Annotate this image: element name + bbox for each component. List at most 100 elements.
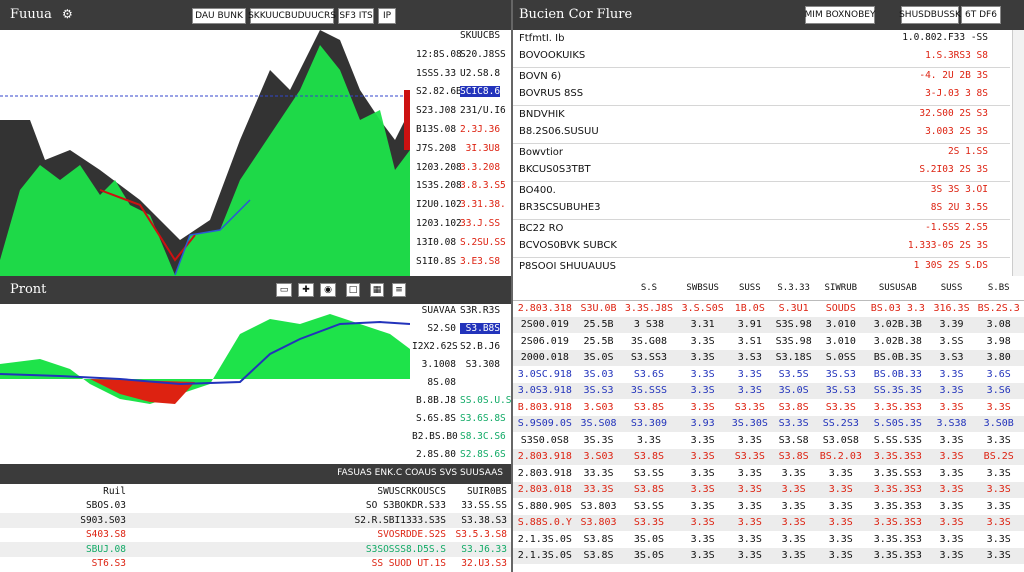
grid-header[interactable]: S.3.33 (771, 276, 816, 301)
price-left: 1203.208 (416, 161, 462, 173)
crosshair-icon[interactable]: ✚ (298, 283, 314, 297)
grid-row[interactable]: 2000.018 3S.0S S3.SS3 3.3S 3.S3 S3.18S S.0SS BS… (513, 349, 1024, 366)
grid-cell: 3S.S3 (825, 368, 856, 380)
orderbook-row[interactable]: BC22 RO BCVOS0BVK SUBCK -1.SSS 2.S5 1.333-0… (513, 220, 1010, 258)
grid-row[interactable]: B.803.918 3.S03 S3.8S 3.3S S3.3S S3.8S S3.3S 3.… (513, 399, 1024, 416)
grid-row[interactable]: 2.803.018 33.3S S3.8S 3.3S 3.3S 3.3S 3.3S 3.3S.… (513, 481, 1024, 498)
grid-cell: S3.3S (620, 514, 678, 531)
tab-3[interactable]: IP (378, 8, 396, 24)
list-icon[interactable]: ≡ (392, 283, 406, 297)
grid-cell: S3U.0B (580, 303, 617, 314)
grid-row[interactable]: 2.803.918 3.S03 S3.8S 3.3S S3.3S S3.8S BS.2.03… (513, 448, 1024, 465)
table-row[interactable]: ST6.S3 SS SUOD UT.1S 32.U3.S3 (0, 557, 511, 572)
grid-row[interactable]: 3.0SC.918 3S.03 S3.6S 3.3S 3.3S S3.5S 3S.S3 BS.… (513, 366, 1024, 383)
grid-row[interactable]: 3.0S3.918 3S.S3 3S.SSS 3.3S 3.3S 3S.0S 3S.S3 SS… (513, 382, 1024, 399)
grid-header[interactable]: S.S (620, 276, 678, 301)
scrollbar[interactable] (1012, 30, 1024, 276)
settings-icon[interactable]: ⚙ (62, 7, 73, 21)
grid-header[interactable]: S.BS (973, 276, 1024, 301)
grid-cell: 3.3S (828, 467, 853, 479)
ob-label: BO400. (519, 185, 556, 196)
right-panel-title: Bucien Cor Flure (519, 7, 633, 22)
grid-row[interactable]: 2.1.3S.0S S3.8S 3S.0S 3.3S 3.3S 3.3S 3.3S 3.3S.… (513, 531, 1024, 548)
grid-cell: S.0SS (815, 349, 867, 366)
main-price-chart[interactable] (0, 30, 410, 276)
grid-cell: 3S.0S (633, 533, 664, 545)
left-panel-title: Fuuua (10, 7, 52, 22)
mid-price-right: S2.B.J6 (460, 341, 501, 352)
grid-cell: 3.3S (727, 481, 772, 498)
grid-cell: SS.3S.3S (866, 382, 930, 399)
grid-cell: 3.3S (677, 382, 728, 399)
grid-cell: 3 S38 (620, 316, 678, 333)
grid-row[interactable]: S.880.90S S3.803 S3.SS 3.3S 3.3S 3.3S 3.3S 3.3S… (513, 498, 1024, 515)
indicator-chart[interactable] (0, 304, 410, 464)
grid-cell: S3.5S (778, 368, 809, 380)
grid-header[interactable]: SWBSUS (677, 276, 728, 301)
table-row[interactable]: SBUJ.08 S3SOSSS8.D5S.S S3.J6.33 (0, 542, 511, 557)
grid-cell: S3S.98 (771, 316, 816, 333)
price-left: I2U0.102 (416, 199, 462, 211)
grid-cell: 3S.SSS (620, 382, 678, 399)
grid-cell: S.3U1 (778, 303, 809, 314)
grid-cell: 3.3S.3S3 (873, 533, 922, 545)
col-header: SUIR0BS (466, 485, 507, 497)
grid-cell: 1B.0S (734, 303, 765, 314)
grid-cell: 3.3S (677, 448, 728, 465)
grid-header[interactable]: SUSS (929, 276, 974, 301)
grid-header[interactable]: SUSUSAB (866, 276, 930, 301)
rtab-0[interactable]: MIM BOXNOBEY (805, 6, 875, 24)
orderbook-row[interactable]: BO400. BR3SCSUBUHE3 3S 3S 3.OI 8S 2U 3.5S (513, 182, 1010, 220)
grid-cell: 3.3S (986, 533, 1011, 545)
grid-cell: 3.08 (973, 316, 1024, 333)
tab-1[interactable]: SKKUUCBUDUUCRS (248, 8, 336, 24)
grid-cell: S.880.90S (517, 500, 572, 512)
grid-cell: S3.3S (734, 401, 765, 413)
mid-price-right: S3.308 (465, 359, 500, 370)
grid-cell: 3.3S (815, 547, 867, 564)
table-row[interactable]: S903.S03 S2.R.SBI1333.S3S S3.38.S3 (0, 513, 511, 528)
grid-cell: 3.3S (929, 547, 974, 564)
grid-icon[interactable]: ▦ (370, 283, 384, 297)
grid-row[interactable]: 2S06.019 25.5B 3S.G08 3.3S 3.S1 S3S.98 3.010 3.… (513, 333, 1024, 350)
grid-cell: S3.8S (620, 448, 678, 465)
grid-header (513, 276, 577, 301)
ob-value: 3.003 2S 3S (925, 126, 988, 137)
table-row[interactable]: S403.S8 SVOSRDDE.S2S S3.5.3.S8 (0, 528, 511, 543)
mid-price-left: B.8B.J8 (415, 395, 456, 406)
camera-icon[interactable]: ◉ (320, 283, 336, 297)
price-right: S.2SU.SS (460, 236, 506, 248)
table-row[interactable]: SBOS.03 SO S3BOKDR.S33 33.SS.SS (0, 499, 511, 514)
tab-2[interactable]: SF3 ITS (338, 8, 374, 24)
ob-sublabel: BR3SCSUBUHE3 (519, 202, 601, 213)
grid-row[interactable]: 2S00.019 25.5B 3 S38 3.31 3.91 S3S.98 3.010 3.0… (513, 316, 1024, 333)
grid-header[interactable]: SIWRUB (815, 276, 867, 301)
grid-row[interactable]: 2.803.318 S3U.0B 3.3S.J8S 3.S.S0S 1B.0S S.3U1… (513, 300, 1024, 317)
orderbook-row[interactable]: BOVN 6) BOVRUS 8SS -4. 2U 2B 3S 3-J.03 3 8S (513, 68, 1010, 106)
rtab-2[interactable]: 6T DF6 (961, 6, 1001, 24)
zoom-icon[interactable]: ▭ (276, 283, 292, 297)
grid-row[interactable]: 2.1.3S.0S S3.8S 3S.0S 3.3S 3.3S 3.3S 3.3S 3.3S.… (513, 547, 1024, 564)
orderbook-row[interactable]: FtfmtI. Ib BOVOOKUIKS 1.0.802.F33 -SS 1.S.3… (513, 30, 1010, 68)
grid-cell: 3S.3S (583, 434, 614, 446)
window-icon[interactable]: □ (346, 283, 360, 297)
grid-row[interactable]: 2.803.918 33.3S S3.SS 3.3S 3.3S 3.3S 3.3S 3.3S.… (513, 465, 1024, 482)
ob-sublabel: BKCUS0S3TBT (519, 164, 591, 175)
orderbook-row[interactable]: Bowvtior BKCUS0S3TBT 2S 1.SS S.2I03 2S 3S (513, 144, 1010, 182)
grid-row[interactable]: S.9S09.0S 3S.S08 S3.309 3.93 3S.30S S3.3S SS.2… (513, 415, 1024, 432)
grid-row[interactable]: S.88S.0.Y S3.803 S3.3S 3.3S 3.3S 3.3S 3.3S 3.3S… (513, 514, 1024, 531)
grid-cell: S3.8S (576, 547, 621, 564)
grid-header[interactable]: SUSS (727, 276, 772, 301)
price-right: U2.S8.8 (460, 67, 501, 79)
rtab-1[interactable]: SHUSDBUSSK (899, 6, 961, 24)
grid-cell: 3.3S (771, 547, 816, 564)
grid-cell: 3.3S (828, 533, 853, 545)
grid-cell: 3.3S (727, 514, 772, 531)
tab-0[interactable]: DAU BUNK (192, 8, 246, 24)
grid-cell: S3.6S (633, 368, 664, 380)
bottom-panel-title: FASUAS ENK.C COAUS SVS SUUSAAS (337, 468, 503, 478)
price-right: 3.3.208 (460, 161, 501, 173)
grid-row[interactable]: S3S0.0S8 3S.3S 3.3S 3.3S 3.3S S3.S8 S3.0S8 S.SS… (513, 432, 1024, 449)
orderbook-row[interactable]: BNDVHIK B8.2S06.SUSUU 32.S00 2S S3 3.003 2S… (513, 106, 1010, 144)
grid-cell: 3.3S (690, 434, 715, 446)
